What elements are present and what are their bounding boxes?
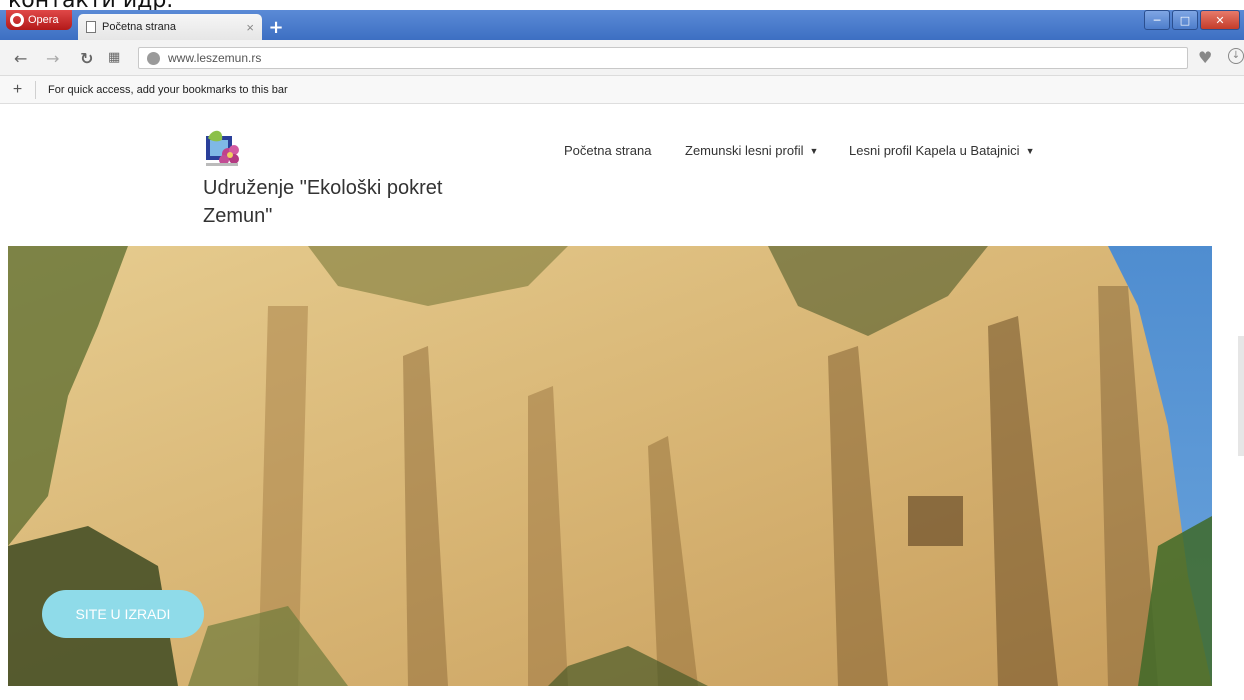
minimize-button[interactable]: ─ — [1144, 10, 1170, 30]
globe-icon — [147, 51, 160, 65]
opera-logo-icon — [10, 13, 24, 27]
caret-down-icon: ▼ — [1025, 146, 1035, 156]
new-tab-button[interactable]: + — [266, 17, 286, 38]
back-icon[interactable]: ← — [14, 49, 27, 68]
speed-dial-icon[interactable]: ▦ — [108, 50, 120, 65]
browser-tab[interactable]: Početna strana × — [78, 14, 262, 40]
opera-menu-button[interactable]: Opera — [6, 10, 72, 30]
maximize-button[interactable]: □ — [1172, 10, 1198, 30]
site-logo[interactable] — [204, 128, 242, 168]
nav-item-zemunski-lesni-profil[interactable]: Zemunski lesni profil ▼ — [685, 143, 818, 158]
nav-item-pocetna[interactable]: Početna strana — [564, 143, 651, 158]
browser-navbar: ← → ↻ ▦ www.leszemun.rs ♥ ↓ — [0, 40, 1244, 76]
nav-item-kapela-batajnica[interactable]: Lesni profil Kapela u Batajnici ▼ — [849, 143, 1034, 158]
close-window-button[interactable]: ✕ — [1200, 10, 1240, 30]
scrollbar[interactable] — [1238, 336, 1244, 456]
heart-icon[interactable]: ♥ — [1198, 48, 1212, 67]
address-bar[interactable]: www.leszemun.rs — [138, 47, 1188, 69]
tab-close-icon[interactable]: × — [246, 20, 254, 35]
forward-icon[interactable]: → — [46, 49, 59, 68]
download-icon[interactable]: ↓ — [1228, 48, 1244, 64]
reload-icon[interactable]: ↻ — [80, 49, 93, 68]
add-bookmark-button[interactable]: + — [0, 80, 36, 99]
hero-banner: SITE U IZRADI — [8, 246, 1212, 686]
bookmarks-bar: + For quick access, add your bookmarks t… — [0, 76, 1244, 104]
browser-titlebar: Opera Početna strana × + ─ □ ✕ — [0, 10, 1244, 40]
window-controls: ─ □ ✕ — [1144, 10, 1240, 30]
bookmarks-hint: For quick access, add your bookmarks to … — [48, 83, 288, 96]
organization-name[interactable]: Udruženje "Ekološki pokret Zemun" — [203, 174, 483, 230]
caret-down-icon: ▼ — [809, 146, 819, 156]
tab-title: Početna strana — [102, 21, 176, 33]
web-page: Udruženje "Ekološki pokret Zemun" Početn… — [0, 104, 1244, 700]
url-text: www.leszemun.rs — [168, 51, 262, 65]
page-icon — [86, 21, 96, 33]
site-under-construction-button[interactable]: SITE U IZRADI — [42, 590, 204, 638]
